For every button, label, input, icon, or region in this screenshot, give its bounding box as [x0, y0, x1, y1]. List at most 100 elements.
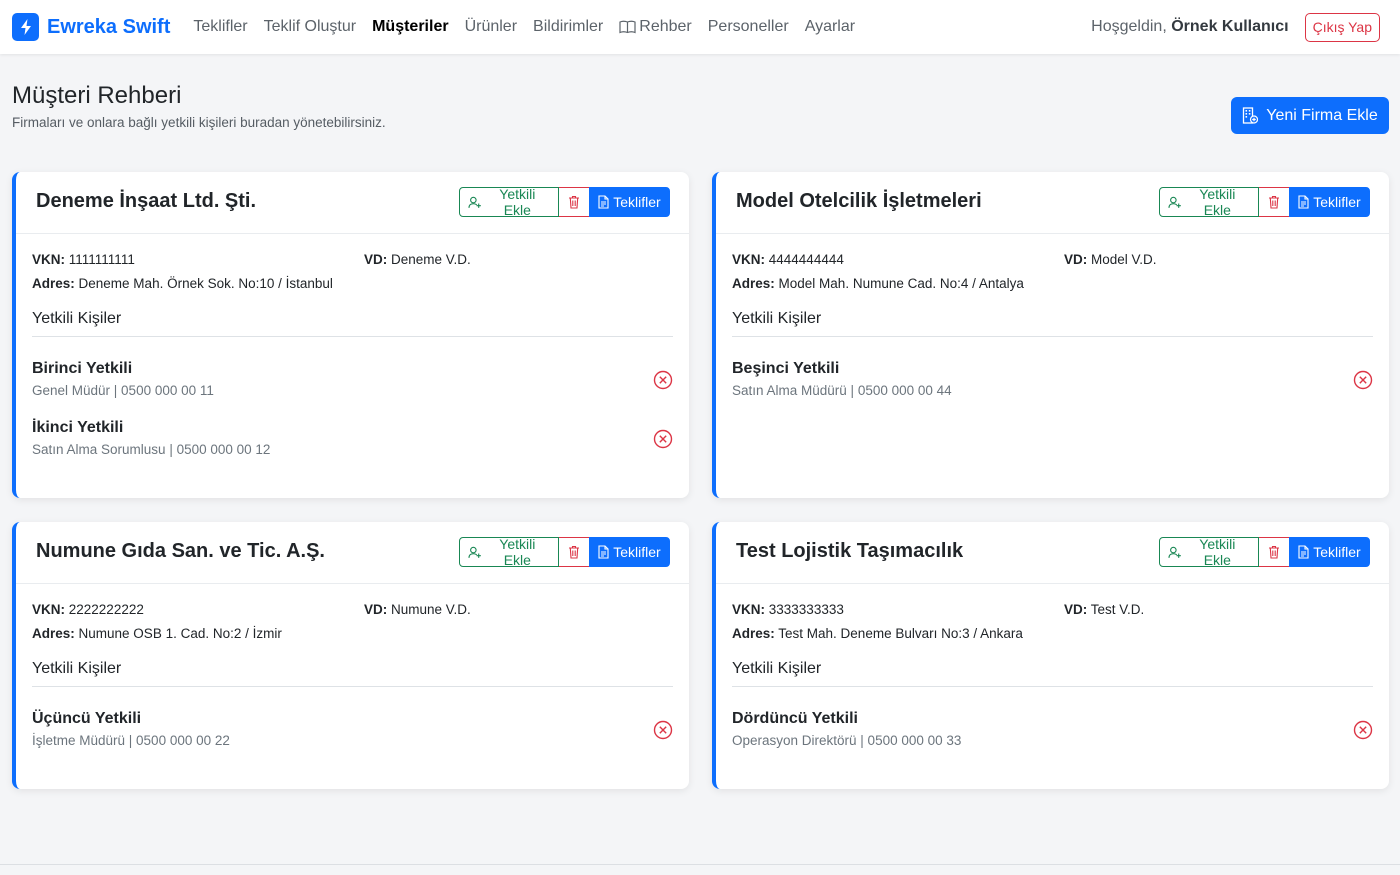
contacts-title: Yetkili Kişiler: [32, 310, 122, 327]
page-title: Müşteri Rehberi: [12, 82, 182, 109]
vkn-label: VKN:: [732, 602, 765, 617]
nav-right: Hoşgeldin, Örnek Kullanıcı Çıkış Yap: [1091, 12, 1380, 42]
delete-firm-button[interactable]: [559, 187, 589, 217]
contact-info: Satın Alma Sorumlusu | 0500 000 00 12: [32, 442, 271, 457]
remove-contact-icon[interactable]: [1353, 720, 1373, 740]
delete-firm-button[interactable]: [559, 537, 589, 567]
firm-card: Model Otelcilik İşletmeleri Yetkili Ekle: [712, 172, 1389, 498]
add-contact-button[interactable]: Yetkili Ekle: [1159, 536, 1259, 568]
add-contact-label: Yetkili Ekle: [499, 186, 536, 218]
vkn-value: 2222222222: [68, 602, 144, 617]
address-label: Adres:: [732, 626, 775, 641]
vkn-row: VKN: 2222222222: [32, 602, 144, 617]
remove-contact-icon[interactable]: [653, 370, 673, 390]
vd-row: VD: Test V.D.: [1064, 602, 1144, 617]
contact-info: Operasyon Direktörü | 0500 000 00 33: [732, 733, 962, 748]
nav-item-personeller[interactable]: Personeller: [700, 18, 797, 36]
welcome-prefix: Hoşgeldin,: [1091, 18, 1167, 35]
vd-label: VD:: [364, 602, 388, 617]
trash-icon: [1269, 545, 1279, 559]
quotes-button[interactable]: Teklifler: [589, 187, 670, 217]
contacts-divider: [732, 336, 1373, 337]
vd-row: VD: Deneme V.D.: [364, 252, 471, 267]
address-label: Adres:: [32, 276, 75, 291]
add-contact-button[interactable]: Yetkili Ekle: [459, 186, 559, 218]
logout-button[interactable]: Çıkış Yap: [1304, 12, 1380, 42]
vd-label: VD:: [1064, 252, 1088, 267]
contact-item: Birinci Yetkili Genel Müdür | 0500 000 0…: [32, 360, 673, 410]
quotes-button[interactable]: Teklifler: [589, 537, 670, 567]
nav-item-musteriler[interactable]: Müşteriler: [364, 18, 456, 36]
vd-value: Deneme V.D.: [391, 252, 471, 267]
nav-item-teklifler[interactable]: Teklifler: [185, 18, 255, 36]
nav-item-rehber-label: Rehber: [639, 18, 692, 35]
vd-label: VD:: [364, 252, 388, 267]
quotes-button[interactable]: Teklifler: [1289, 537, 1370, 567]
delete-firm-button[interactable]: [1259, 187, 1289, 217]
address-row: Adres: Deneme Mah. Örnek Sok. No:10 / İs…: [32, 276, 333, 291]
nav-item-rehber[interactable]: Rehber: [611, 18, 699, 36]
contact-item: Dördüncü Yetkili Operasyon Direktörü | 0…: [732, 710, 1373, 760]
address-value: Numune OSB 1. Cad. No:2 / İzmir: [78, 626, 282, 641]
nav-item-ayarlar[interactable]: Ayarlar: [797, 18, 863, 36]
card-actions: Yetkili Ekle Teklifler: [459, 186, 670, 218]
remove-contact-icon[interactable]: [653, 720, 673, 740]
contact-name: İkinci Yetkili: [32, 419, 124, 436]
add-contact-label: Yetkili Ekle: [499, 536, 536, 568]
quotes-label: Teklifler: [1313, 544, 1361, 560]
card-header: Numune Gıda San. ve Tic. A.Ş. Yetkili Ek…: [16, 522, 689, 584]
contacts-title: Yetkili Kişiler: [32, 660, 122, 677]
person-add-icon: [468, 196, 481, 208]
remove-contact-icon[interactable]: [653, 429, 673, 449]
person-add-icon: [1168, 546, 1181, 558]
add-contact-button[interactable]: Yetkili Ekle: [1159, 186, 1259, 218]
person-add-icon: [468, 546, 481, 558]
add-contact-label: Yetkili Ekle: [1199, 536, 1236, 568]
firm-card: Test Lojistik Taşımacılık Yetkili Ekle T…: [712, 522, 1389, 789]
brand[interactable]: Ewreka Swift: [12, 13, 170, 41]
contact-item: İkinci Yetkili Satın Alma Sorumlusu | 05…: [32, 419, 673, 469]
address-row: Adres: Test Mah. Deneme Bulvarı No:3 / A…: [732, 626, 1023, 641]
card-header: Model Otelcilik İşletmeleri Yetkili Ekle: [716, 172, 1389, 234]
card-actions: Yetkili Ekle Teklifler: [1159, 536, 1370, 568]
firm-name: Numune Gıda San. ve Tic. A.Ş.: [36, 540, 325, 562]
document-icon: [1298, 545, 1309, 559]
vkn-row: VKN: 4444444444: [732, 252, 844, 267]
contacts-title: Yetkili Kişiler: [732, 310, 822, 327]
firm-name: Model Otelcilik İşletmeleri: [736, 190, 982, 212]
card-actions: Yetkili Ekle Teklifler: [1159, 186, 1370, 218]
vkn-label: VKN:: [32, 602, 65, 617]
vkn-row: VKN: 3333333333: [732, 602, 844, 617]
vd-row: VD: Numune V.D.: [364, 602, 471, 617]
add-contact-button[interactable]: Yetkili Ekle: [459, 536, 559, 568]
new-firm-button[interactable]: Yeni Firma Ekle: [1231, 97, 1389, 134]
firm-card: Deneme İnşaat Ltd. Şti. Yetkili Ekle Tek…: [12, 172, 689, 498]
vkn-label: VKN:: [32, 252, 65, 267]
vd-row: VD: Model V.D.: [1064, 252, 1157, 267]
book-icon: [619, 20, 636, 34]
nav-item-teklif-olustur[interactable]: Teklif Oluştur: [256, 18, 364, 36]
contacts-divider: [32, 336, 673, 337]
vkn-label: VKN:: [732, 252, 765, 267]
document-icon: [598, 195, 609, 209]
firm-name: Test Lojistik Taşımacılık: [736, 540, 964, 562]
nav-item-urunler[interactable]: Ürünler: [457, 18, 525, 36]
contact-info: Genel Müdür | 0500 000 00 11: [32, 383, 214, 398]
vkn-value: 1111111111: [68, 252, 135, 267]
vkn-row: VKN: 1111111111: [32, 252, 135, 267]
address-row: Adres: Model Mah. Numune Cad. No:4 / Ant…: [732, 276, 1024, 291]
main-nav: Teklifler Teklif Oluştur Müşteriler Ürün…: [185, 18, 863, 36]
user-name: Örnek Kullanıcı: [1171, 18, 1289, 35]
footer-divider: [0, 864, 1400, 865]
contact-name: Dördüncü Yetkili: [732, 710, 858, 727]
trash-icon: [569, 195, 579, 209]
address-value: Test Mah. Deneme Bulvarı No:3 / Ankara: [778, 626, 1023, 641]
contacts-divider: [732, 686, 1373, 687]
quotes-button[interactable]: Teklifler: [1289, 187, 1370, 217]
navbar: Ewreka Swift Teklifler Teklif Oluştur Mü…: [0, 0, 1400, 54]
nav-item-bildirimler[interactable]: Bildirimler: [525, 18, 611, 36]
remove-contact-icon[interactable]: [1353, 370, 1373, 390]
address-value: Deneme Mah. Örnek Sok. No:10 / İstanbul: [78, 276, 333, 291]
card-header: Test Lojistik Taşımacılık Yetkili Ekle T…: [716, 522, 1389, 584]
delete-firm-button[interactable]: [1259, 537, 1289, 567]
